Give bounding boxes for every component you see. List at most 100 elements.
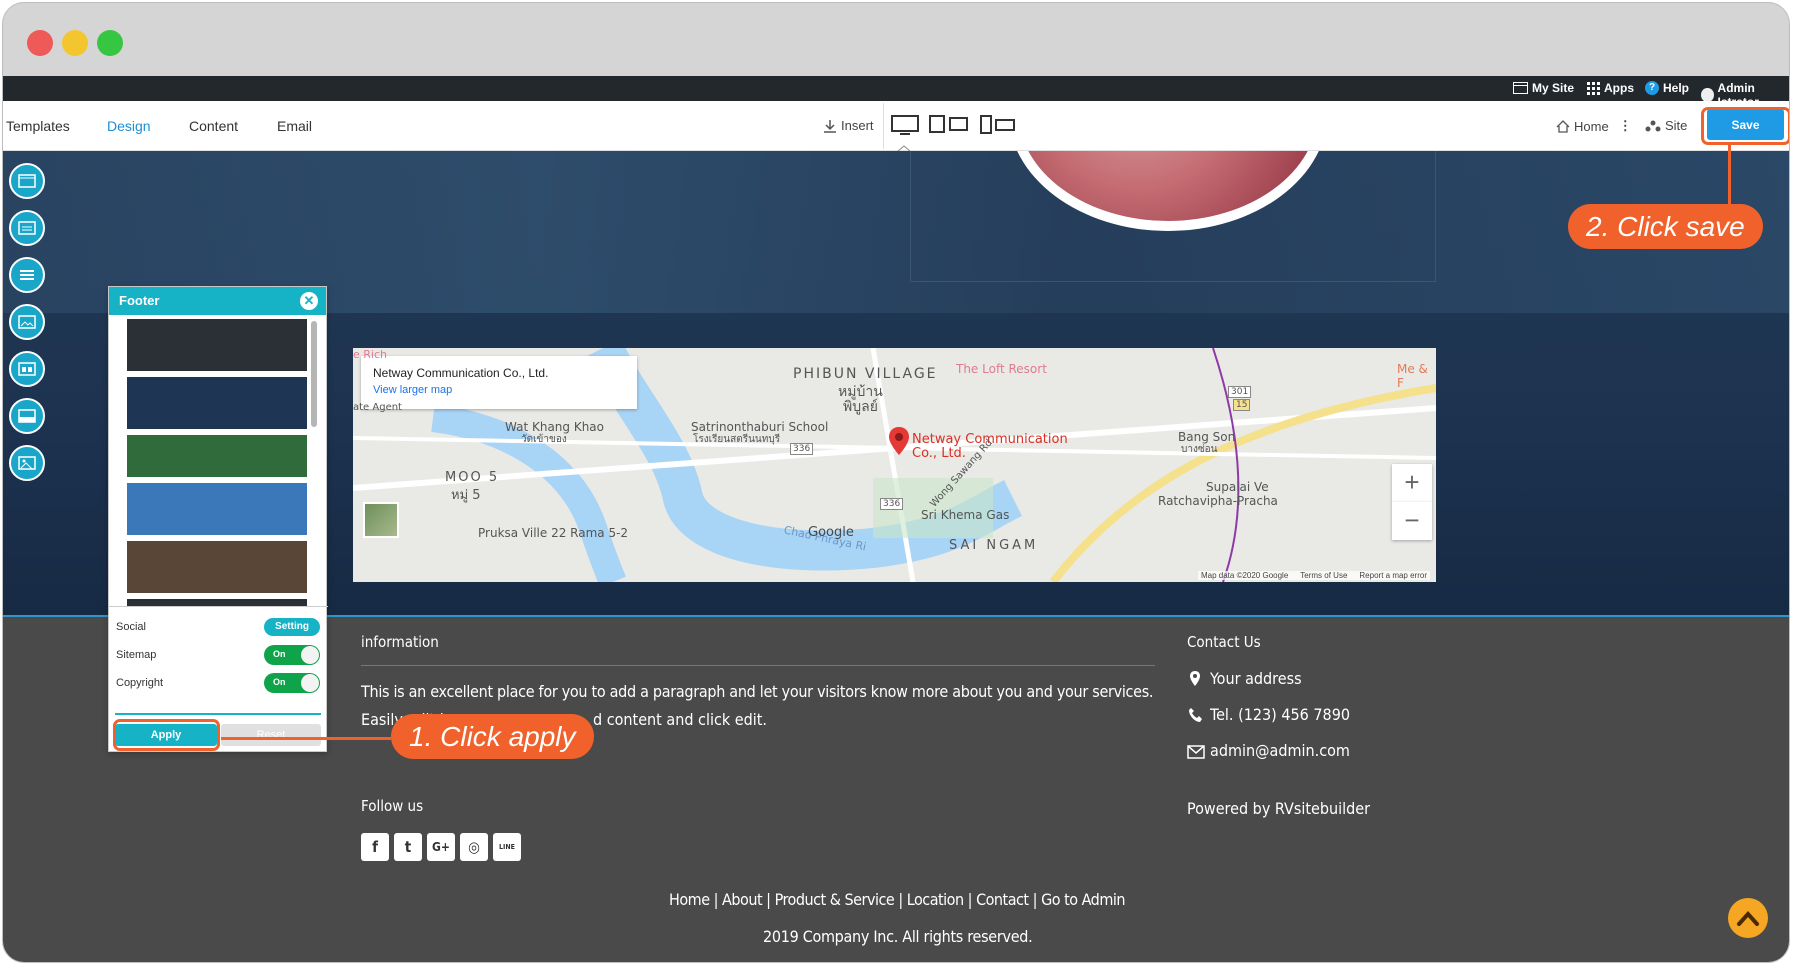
envelope-icon (1187, 745, 1205, 759)
zoom-out-button[interactable]: − (1392, 502, 1432, 540)
more-vertical-icon[interactable]: ⋮ (1619, 118, 1632, 134)
apply-callout: 1. Click apply (391, 714, 594, 759)
map-pin-label-line-2: Co., Ltd. (912, 446, 966, 461)
panel-divider (109, 606, 328, 607)
footer-template-thumbnail[interactable] (127, 541, 307, 593)
tab-email[interactable]: Email (277, 118, 312, 134)
footer-settings-panel: Footer ✕ Social Setting Sitemap On Copyr… (108, 286, 328, 752)
footer-sitemap-links[interactable]: Home | About | Product & Service | Locat… (663, 890, 1131, 909)
option-sitemap: Sitemap On (116, 645, 320, 665)
tab-content[interactable]: Content (189, 118, 238, 134)
footer-template-thumbnail[interactable] (127, 483, 307, 535)
contact-email[interactable]: admin@admin.com (1210, 741, 1350, 760)
footer-template-thumbnail[interactable] (127, 377, 307, 429)
home-icon (1556, 119, 1570, 133)
my-site-link[interactable]: My Site (1513, 81, 1574, 95)
insert-button[interactable]: Insert (823, 118, 874, 133)
scroll-to-top-button[interactable] (1728, 898, 1768, 938)
map-info-card: Netway Communication Co., Ltd. View larg… (361, 356, 637, 409)
template-thumbnail-list[interactable] (117, 319, 307, 606)
map-label-moo: MOO 5 (445, 470, 500, 485)
route-shield-336: 336 (790, 443, 814, 455)
map-label-pruksa: Pruksa Ville 22 Rama 5-2 (478, 526, 629, 540)
sidebar-gallery-icon[interactable] (9, 445, 45, 481)
sitemap-toggle-label: On (273, 649, 286, 659)
map-label-supalai: Supalai Ve (1206, 480, 1269, 494)
google-plus-icon[interactable]: G+ (427, 833, 455, 861)
info-paragraph: This is an excellent place for you to ad… (361, 682, 1154, 701)
desktop-view-icon[interactable] (891, 115, 919, 135)
social-setting-button[interactable]: Setting (264, 618, 320, 636)
close-icon[interactable]: ✕ (300, 292, 318, 310)
sidebar-menu-icon[interactable] (9, 257, 45, 293)
terms-of-use-link[interactable]: Terms of Use (1300, 571, 1347, 580)
line-icon[interactable]: LINE (493, 833, 521, 861)
toolbar-divider (883, 103, 884, 149)
map-label-ratchavipha: Ratchavipha-Pracha (1158, 494, 1278, 508)
apply-callout-connector (221, 737, 391, 740)
home-page-selector[interactable]: Home ⋮ (1556, 118, 1632, 134)
sidebar-footer-icon[interactable] (9, 398, 45, 434)
map-label-agent: ate Agent (353, 402, 402, 413)
save-highlight-ring (1701, 107, 1789, 145)
map-label-phibun-th-2: พิบูลย์ (843, 399, 878, 415)
twitter-icon[interactable]: t (394, 833, 422, 861)
option-copyright: Copyright On (116, 673, 320, 693)
map-pin-icon[interactable] (888, 426, 910, 456)
sidebar-header-icon[interactable] (9, 163, 45, 199)
save-callout: 2. Click save (1568, 204, 1763, 249)
footer-template-thumbnail[interactable] (127, 319, 307, 371)
footer-template-thumbnail[interactable] (127, 435, 307, 477)
help-link[interactable]: ? Help (1645, 81, 1689, 95)
follow-us-heading: Follow us (361, 797, 424, 815)
sidebar-image-icon[interactable] (9, 304, 45, 340)
reset-button[interactable]: Reset (221, 724, 321, 746)
instagram-icon[interactable]: ◎ (460, 833, 488, 861)
user-avatar-icon (1701, 88, 1714, 102)
apply-highlight-ring (113, 719, 220, 751)
route-shield-301: 301 (1228, 386, 1252, 398)
window-maximize-button[interactable] (97, 30, 123, 56)
copyright-text: 2019 Company Inc. All rights reserved. (763, 927, 1033, 946)
view-larger-map-link[interactable]: View larger map (373, 384, 625, 396)
map-place-name: Netway Communication Co., Ltd. (373, 366, 549, 380)
panel-title: Footer (119, 293, 160, 308)
satellite-toggle[interactable] (363, 502, 399, 538)
panel-footer-divider (115, 713, 321, 715)
option-social: Social Setting (116, 618, 320, 636)
site-menu[interactable]: Site (1645, 118, 1687, 133)
map-label-rich: e Rich (353, 348, 387, 361)
map-label-sri-khema: Sri Khema Gas (921, 508, 1010, 522)
copyright-toggle[interactable]: On (264, 673, 320, 693)
google-map[interactable]: Netway Communication Co., Ltd. View larg… (353, 348, 1436, 582)
phone-icon (1189, 708, 1202, 722)
sidebar-section-icon[interactable] (9, 210, 45, 246)
sitemap-toggle[interactable]: On (264, 645, 320, 665)
panel-scrollbar[interactable] (311, 321, 317, 427)
map-label-school-th: โรงเรียนสตรีนนทบุรี (693, 434, 781, 445)
contact-phone: Tel. (123) 456 7890 (1210, 705, 1351, 724)
info-divider (361, 665, 1155, 666)
panel-header: Footer ✕ (109, 287, 326, 315)
location-pin-icon (1190, 671, 1200, 686)
window-close-button[interactable] (27, 30, 53, 56)
tablet-view-icon[interactable] (929, 115, 969, 133)
sidebar-layout-icon[interactable] (9, 351, 45, 387)
tab-templates[interactable]: Templates (6, 118, 70, 134)
window-minimize-button[interactable] (62, 30, 88, 56)
save-callout-connector (1728, 144, 1731, 209)
home-label: Home (1574, 118, 1609, 134)
footer-template-thumbnail[interactable] (127, 599, 307, 606)
facebook-icon[interactable]: f (361, 833, 389, 861)
option-copyright-label: Copyright (116, 677, 164, 689)
browser-window: My Site Apps ? Help Admin Istrator Templ… (2, 2, 1790, 963)
option-sitemap-label: Sitemap (116, 649, 157, 661)
mobile-view-icon[interactable] (980, 115, 1016, 135)
sitemap-icon (1645, 120, 1661, 131)
help-label: Help (1663, 81, 1690, 95)
tab-design[interactable]: Design (107, 118, 151, 134)
map-label-me: Me & F (1397, 362, 1428, 390)
report-map-error-link[interactable]: Report a map error (1359, 571, 1427, 580)
apps-link[interactable]: Apps (1587, 81, 1634, 95)
zoom-in-button[interactable]: + (1392, 464, 1432, 502)
